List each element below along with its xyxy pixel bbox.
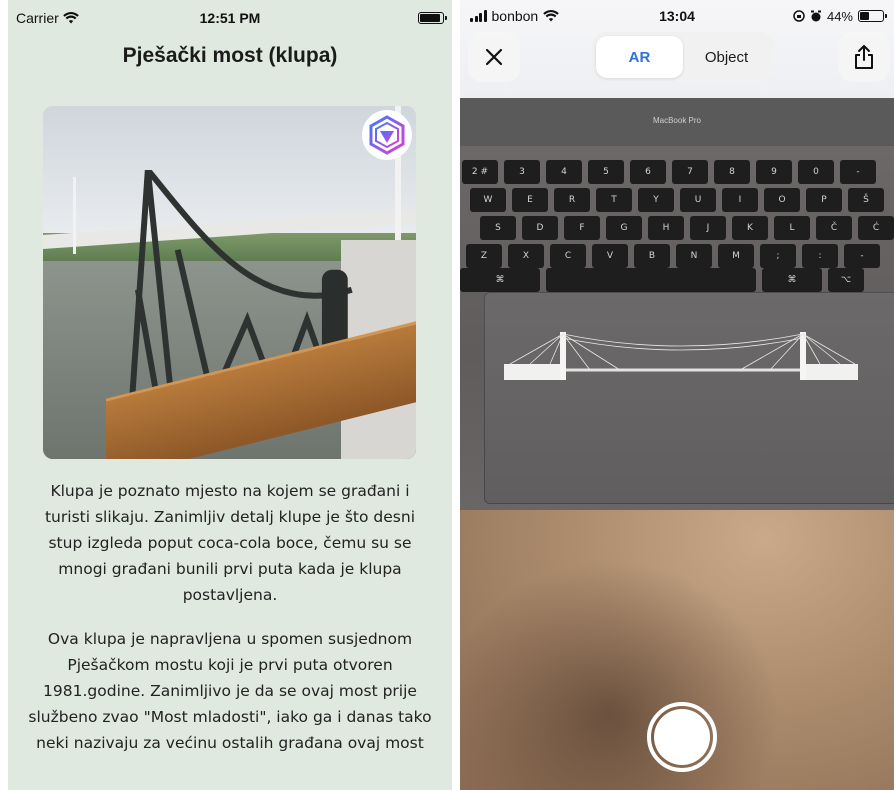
keyboard-graphic: 2 #3 4 5 6 7 8 9 0- WERTYUIOPŠ SDFGHJKLČĆ ZXCVB… [460,156,894,292]
carrier-name: Carrier [16,10,59,26]
status-bar-right: bonbon 13:04 44% [460,0,894,32]
mode-switcher: AR Object [592,32,774,82]
status-bar: Carrier 12:51 PM [8,0,452,36]
laptop-label: MacBook Pro [652,116,702,125]
carrier-group: Carrier [16,10,79,26]
ar-logo-icon[interactable] [362,110,412,160]
bridge-3d-model[interactable] [500,330,860,390]
screen-divider [452,0,460,790]
carrier-group-right: bonbon [470,8,560,24]
status-icons-right: 44% [793,8,887,24]
description-paragraph-2: Ova klupa je napravljena u spomen susjed… [28,630,432,752]
wifi-icon [543,10,560,22]
right-screen: MacBook Pro 2 #3 4 5 6 7 8 9 0- WERTYUIOPŠ SDFG… [460,0,894,790]
battery-icon [858,10,887,22]
tab-object[interactable]: Object [683,36,770,78]
landmark-photo [43,106,416,459]
shutter-inner [654,709,710,765]
left-screen: Carrier 12:51 PM Pješački most (klupa) K… [8,0,452,790]
description: Klupa je poznato mjesto na kojem se građ… [28,478,432,756]
close-button[interactable] [468,32,520,82]
tab-ar[interactable]: AR [596,36,683,78]
carrier-name-right: bonbon [491,8,539,24]
ar-toolbar: AR Object [460,32,894,84]
share-button[interactable] [838,32,890,82]
description-paragraph-1: Klupa je poznato mjesto na kojem se građ… [44,482,416,604]
battery-percent: 44% [826,8,853,24]
shutter-button[interactable] [647,702,717,772]
page-title: Pješački most (klupa) [122,44,338,67]
close-icon [485,48,503,66]
signal-icon [470,10,487,22]
orientation-lock-icon [793,10,805,22]
share-icon [855,45,873,69]
trackpad-graphic [484,292,894,504]
wifi-icon [62,12,79,24]
alarm-icon [810,10,821,22]
ar-camera-view[interactable]: MacBook Pro 2 #3 4 5 6 7 8 9 0- WERTYUIOPŠ SDFG… [460,0,894,790]
battery-icon [418,12,447,24]
